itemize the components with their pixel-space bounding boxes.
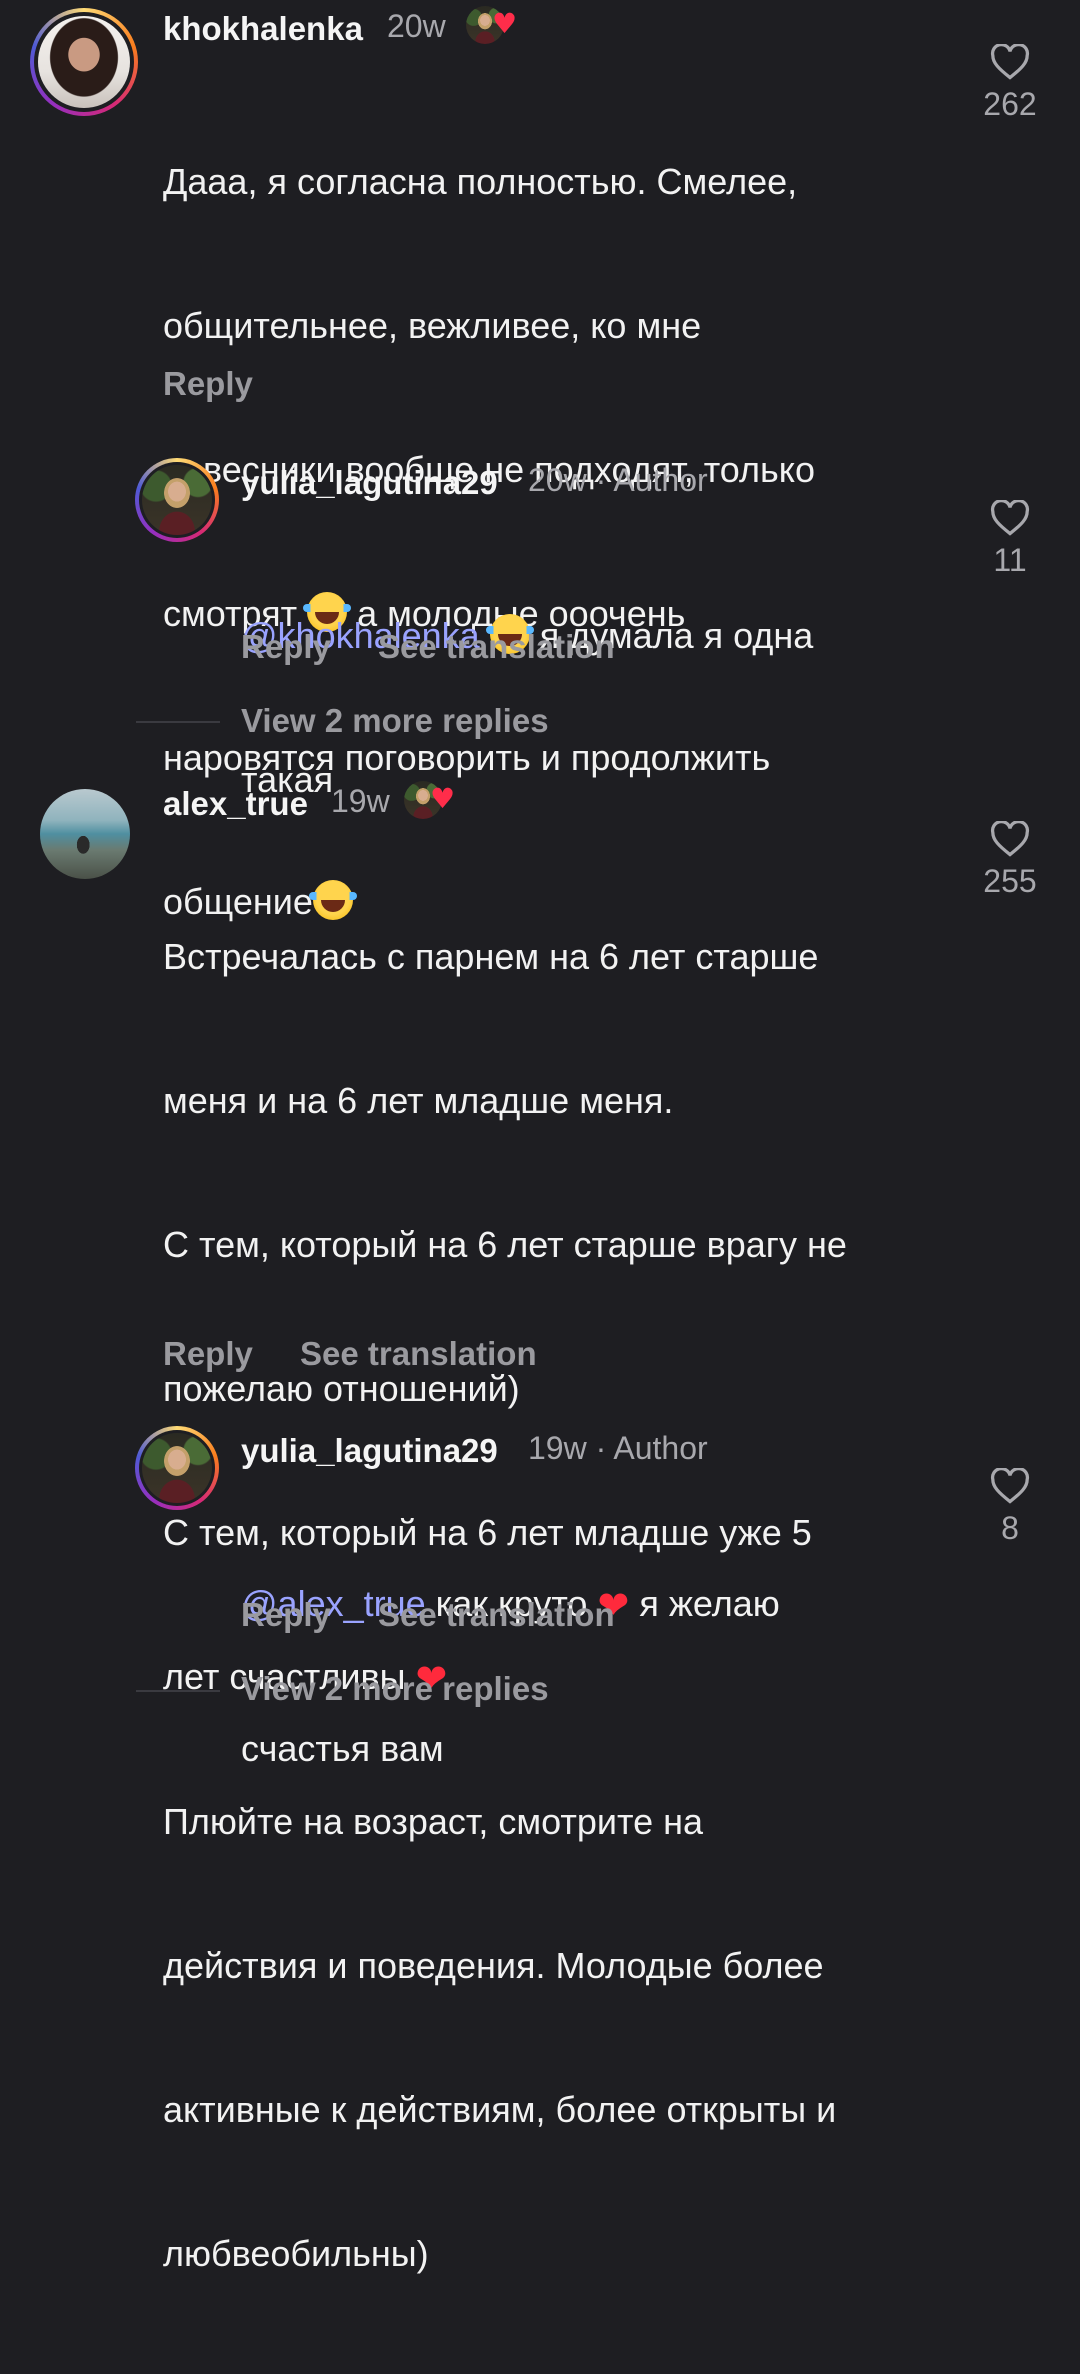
- comment-timestamp: 20w: [528, 462, 587, 498]
- author-label: Author: [613, 1430, 708, 1466]
- comment-text-fragment: я желаю: [639, 1583, 780, 1624]
- comment-alex-true: alex_true 19w ♥ Встречалась с парнем на …: [0, 775, 1080, 2274]
- comment-meta: 20w · Author: [528, 462, 708, 498]
- see-translation-button[interactable]: See translation: [300, 1335, 537, 1372]
- like-control: 262: [965, 44, 1055, 123]
- view-more-replies-button[interactable]: View 2 more replies: [241, 702, 549, 740]
- comment-text-line: Встречалась с парнем на 6 лет старше: [163, 936, 819, 977]
- like-count: 11: [993, 542, 1027, 578]
- comment-text-line: С тем, который на 6 лет старше врагу не: [163, 1224, 847, 1265]
- comment-meta: 19w · Author: [528, 1430, 708, 1466]
- see-translation-button[interactable]: See translation: [378, 628, 615, 665]
- heart-icon: ♥: [492, 7, 518, 40]
- comment-text-line: Дааа, я согласна полностью. Смелее,: [163, 161, 798, 202]
- like-control: 255: [965, 821, 1055, 900]
- comment-actions: Reply: [163, 365, 291, 403]
- story-ring[interactable]: [135, 458, 219, 542]
- reply-yulia-1: yulia_lagutina29 20w · Author @khokhalen…: [0, 450, 1080, 800]
- reply-button[interactable]: Reply: [163, 365, 253, 402]
- comment-text-line: действия и поведения. Молодые более: [163, 1945, 824, 1986]
- heart-icon: ♥: [430, 782, 456, 815]
- like-count: 255: [983, 863, 1037, 899]
- comment-username[interactable]: yulia_lagutina29: [241, 464, 498, 502]
- like-control: 8: [965, 1468, 1055, 1547]
- comment-text-line: любвеобильны): [163, 2233, 429, 2274]
- reply-button[interactable]: Reply: [241, 628, 331, 665]
- comment-username[interactable]: alex_true: [163, 785, 308, 823]
- liked-by-author-badge: ♥: [466, 6, 522, 46]
- comment-khokhalenka: khokhalenka 20w ♥ Дааа, я согласна полно…: [0, 0, 1080, 922]
- comment-timestamp: 19w: [331, 783, 390, 819]
- avatar[interactable]: [142, 1433, 212, 1503]
- heart-outline-icon[interactable]: [990, 500, 1030, 536]
- see-translation-button[interactable]: See translation: [378, 1596, 615, 1633]
- heart-outline-icon[interactable]: [990, 821, 1030, 857]
- avatar[interactable]: [142, 465, 212, 535]
- like-count: 262: [983, 86, 1037, 122]
- comment-actions: Reply See translation: [241, 1596, 653, 1634]
- like-control: 11: [965, 500, 1055, 579]
- author-label: Author: [613, 462, 708, 498]
- comment-actions: Reply See translation: [163, 1335, 575, 1373]
- avatar[interactable]: [38, 16, 130, 108]
- comment-text-line: активные к действиям, более открыты и: [163, 2089, 837, 2130]
- heart-outline-icon[interactable]: [990, 1468, 1030, 1504]
- comment-username[interactable]: yulia_lagutina29: [241, 1432, 498, 1470]
- story-ring[interactable]: [30, 8, 138, 116]
- like-count: 8: [1001, 1510, 1019, 1546]
- avatar[interactable]: [40, 789, 130, 879]
- view-more-replies-button[interactable]: View 2 more replies: [241, 1670, 549, 1708]
- comment-text-line: счастья вам: [241, 1728, 444, 1769]
- liked-by-author-badge: ♥: [404, 781, 460, 821]
- comment-timestamp: 19w: [528, 1430, 587, 1466]
- heart-outline-icon[interactable]: [990, 44, 1030, 80]
- comment-text-line: меня и на 6 лет младше меня.: [163, 1080, 674, 1121]
- comment-username[interactable]: khokhalenka: [163, 10, 363, 48]
- reply-button[interactable]: Reply: [163, 1335, 253, 1372]
- reply-yulia-2: yulia_lagutina29 19w · Author @alex_true…: [0, 1418, 1080, 1769]
- divider: [136, 721, 220, 723]
- comment-timestamp: 20w: [387, 8, 446, 44]
- story-ring[interactable]: [135, 1426, 219, 1510]
- comment-text-line: общительнее, вежливее, ко мне: [163, 305, 702, 346]
- divider: [136, 1690, 220, 1692]
- comment-actions: Reply See translation: [241, 628, 653, 666]
- reply-button[interactable]: Reply: [241, 1596, 331, 1633]
